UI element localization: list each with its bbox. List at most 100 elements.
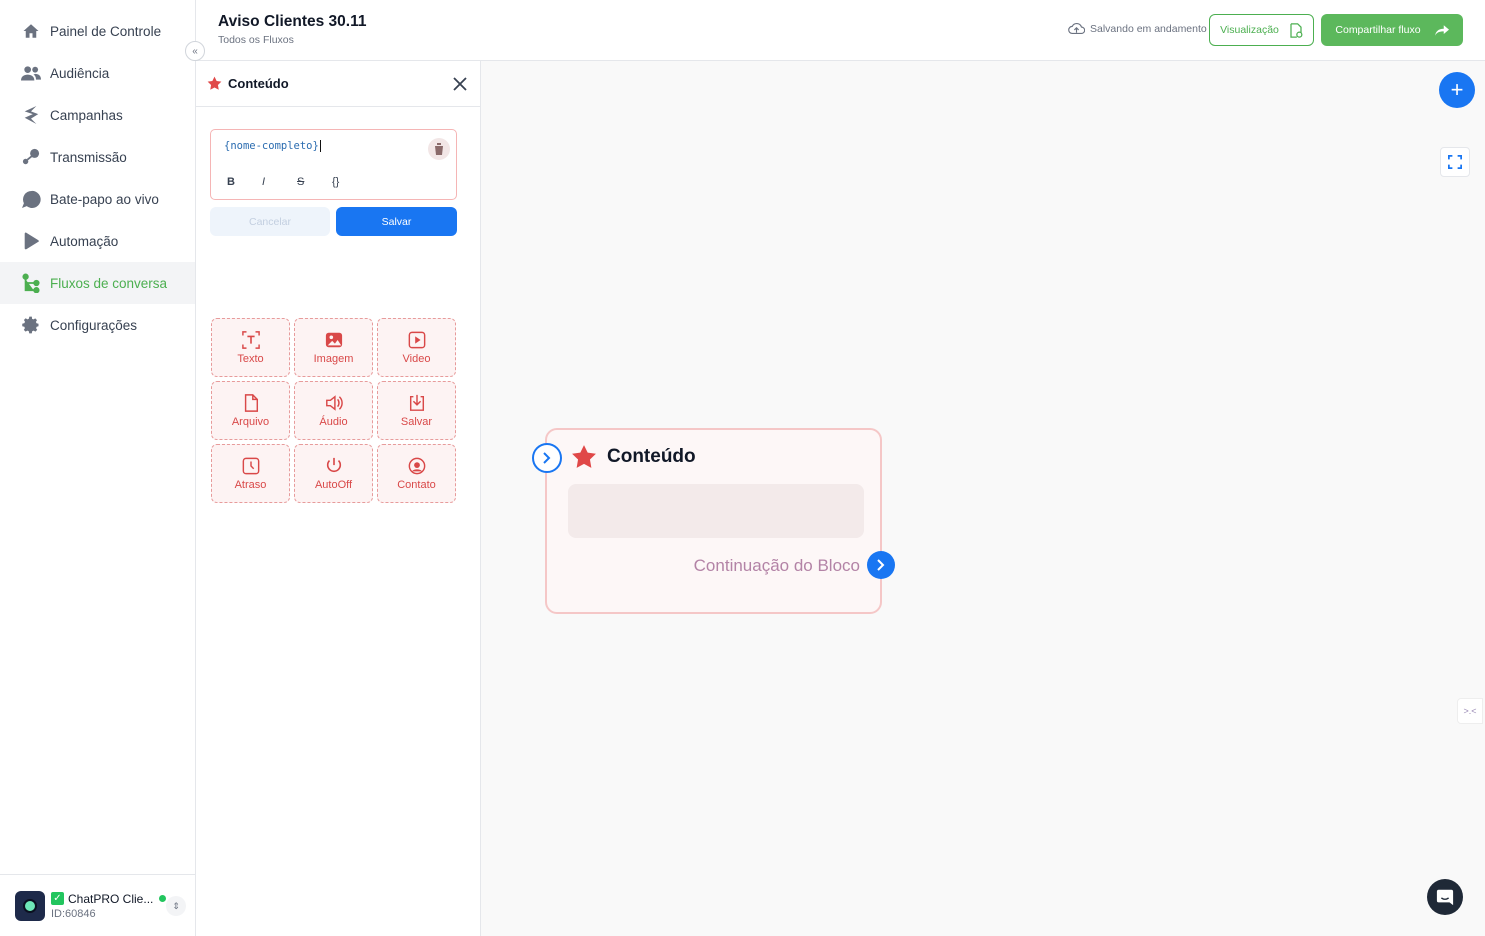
- gear-icon: [21, 315, 41, 335]
- sidebar-item-live-chat[interactable]: Bate-papo ao vivo: [0, 178, 195, 220]
- chevron-right-icon: [543, 452, 551, 464]
- sidebar-item-dashboard[interactable]: Painel de Controle: [0, 10, 195, 52]
- chat-bubble-icon: [1436, 889, 1454, 906]
- fit-view-button[interactable]: [1440, 147, 1470, 177]
- sidebar-item-automation[interactable]: Automação: [0, 220, 195, 262]
- chevron-updown-icon[interactable]: ⇕: [166, 896, 186, 916]
- tile-label: Contato: [397, 478, 436, 491]
- sidebar-item-label: Campanhas: [50, 107, 123, 123]
- image-icon: [325, 332, 342, 347]
- block-type-grid: Texto Imagem Video Arquivo Áudio Salvar …: [211, 318, 456, 503]
- format-toolbar: B I S {}: [227, 176, 367, 188]
- account-name: ChatPRO Clie...: [68, 891, 154, 906]
- verified-icon: ✓: [51, 892, 64, 905]
- star-icon: [572, 445, 596, 468]
- close-icon[interactable]: [452, 76, 468, 92]
- tile-video[interactable]: Video: [377, 318, 456, 377]
- chevron-right-icon: [877, 559, 885, 571]
- clock-icon: [242, 457, 259, 474]
- save-button[interactable]: Salvar: [336, 207, 457, 236]
- play-icon: [21, 231, 41, 251]
- node-input-handle[interactable]: [532, 443, 562, 473]
- preview-button[interactable]: Visualização: [1209, 14, 1314, 46]
- tile-label: Imagem: [313, 352, 354, 365]
- panel-title: Conteúdo: [228, 76, 289, 91]
- variable-button[interactable]: {}: [332, 176, 367, 188]
- trash-icon[interactable]: [428, 138, 450, 160]
- home-icon: [21, 21, 41, 41]
- sidebar-item-campaigns[interactable]: Campanhas: [0, 94, 195, 136]
- node-message-preview[interactable]: [568, 484, 864, 538]
- download-icon: [409, 394, 424, 411]
- sidebar-item-settings[interactable]: Configurações: [0, 304, 195, 346]
- saving-status: Salvando em andamento: [1068, 22, 1207, 35]
- sidebar-item-flows[interactable]: Fluxos de conversa: [0, 262, 195, 304]
- tile-label: AutoOff: [314, 478, 353, 491]
- flow-icon: [21, 273, 41, 293]
- tile-file[interactable]: Arquivo: [211, 381, 290, 440]
- preview-icon: [1290, 22, 1303, 38]
- account-id: ID:60846: [51, 907, 96, 920]
- tile-label: Áudio: [319, 415, 348, 428]
- account-switcher[interactable]: ✓ ChatPRO Clie... ID:60846 ⇕: [0, 874, 195, 936]
- expand-icon: [1448, 155, 1462, 169]
- tile-save[interactable]: Salvar: [377, 381, 456, 440]
- node-output-handle[interactable]: [867, 551, 895, 579]
- content-node[interactable]: Conteúdo Continuação do Bloco: [532, 428, 895, 614]
- sidebar-item-label: Audiência: [50, 65, 110, 81]
- breadcrumb[interactable]: Todos os Fluxos: [218, 34, 294, 46]
- editor-text[interactable]: {nome-completo}: [224, 140, 321, 152]
- video-icon: [408, 331, 425, 348]
- tile-autooff[interactable]: AutoOff: [294, 444, 373, 503]
- italic-button[interactable]: I: [262, 176, 297, 188]
- tile-label: Video: [402, 352, 431, 365]
- node-header: Conteúdo: [571, 444, 696, 470]
- node-continuation-label: Continuação do Bloco: [693, 556, 860, 575]
- share-button-label: Compartilhar fluxo: [1335, 24, 1421, 36]
- chat-icon: [21, 189, 41, 209]
- tile-audio[interactable]: Áudio: [294, 381, 373, 440]
- add-block-button[interactable]: +: [1439, 72, 1475, 108]
- sidebar-item-label: Transmissão: [50, 149, 127, 165]
- broadcast-icon: [21, 147, 41, 167]
- flow-canvas[interactable]: + >.< Conteúdo Continuação do Bloco: [481, 61, 1485, 936]
- star-icon: [207, 76, 222, 90]
- collapse-sidebar-button[interactable]: «: [185, 41, 205, 61]
- message-editor[interactable]: {nome-completo} B I S {}: [210, 129, 457, 200]
- node-title: Conteúdo: [607, 446, 696, 467]
- cancel-button[interactable]: Cancelar: [210, 207, 330, 236]
- share-icon: [1434, 24, 1449, 36]
- support-chat-button[interactable]: [1427, 879, 1463, 915]
- preview-button-label: Visualização: [1220, 24, 1279, 36]
- header: Aviso Clientes 30.11 Todos os Fluxos Sal…: [196, 0, 1485, 61]
- tile-image[interactable]: Imagem: [294, 318, 373, 377]
- cloud-upload-icon: [1068, 23, 1085, 35]
- avatar: [15, 890, 45, 921]
- sidebar-item-label: Configurações: [50, 317, 138, 333]
- tile-delay[interactable]: Atraso: [211, 444, 290, 503]
- side-drawer-tab[interactable]: >.<: [1457, 698, 1483, 724]
- tile-contact[interactable]: Contato: [377, 444, 456, 503]
- strikethrough-button[interactable]: S: [297, 176, 332, 188]
- power-icon: [326, 457, 341, 472]
- tile-text[interactable]: Texto: [211, 318, 290, 377]
- tile-label: Arquivo: [231, 415, 270, 428]
- sidebar: Painel de Controle Audiência Campanhas T…: [0, 0, 196, 936]
- share-flow-button[interactable]: Compartilhar fluxo: [1321, 14, 1463, 46]
- tile-label: Atraso: [234, 478, 267, 491]
- sidebar-nav: Painel de Controle Audiência Campanhas T…: [0, 0, 195, 346]
- saving-status-text: Salvando em andamento: [1090, 22, 1207, 35]
- sidebar-item-label: Automação: [50, 233, 119, 249]
- sidebar-item-audience[interactable]: Audiência: [0, 52, 195, 94]
- sidebar-item-broadcast[interactable]: Transmissão: [0, 136, 195, 178]
- tile-label: Salvar: [400, 415, 433, 428]
- bold-button[interactable]: B: [227, 176, 262, 188]
- tile-label: Texto: [237, 352, 264, 365]
- online-status-icon: [159, 895, 167, 902]
- sidebar-item-label: Painel de Controle: [50, 23, 162, 39]
- sidebar-item-label: Fluxos de conversa: [50, 275, 168, 291]
- sidebar-item-label: Bate-papo ao vivo: [50, 191, 159, 207]
- contact-icon: [408, 457, 425, 474]
- audio-icon: [325, 394, 343, 411]
- page-title: Aviso Clientes 30.11: [218, 13, 367, 30]
